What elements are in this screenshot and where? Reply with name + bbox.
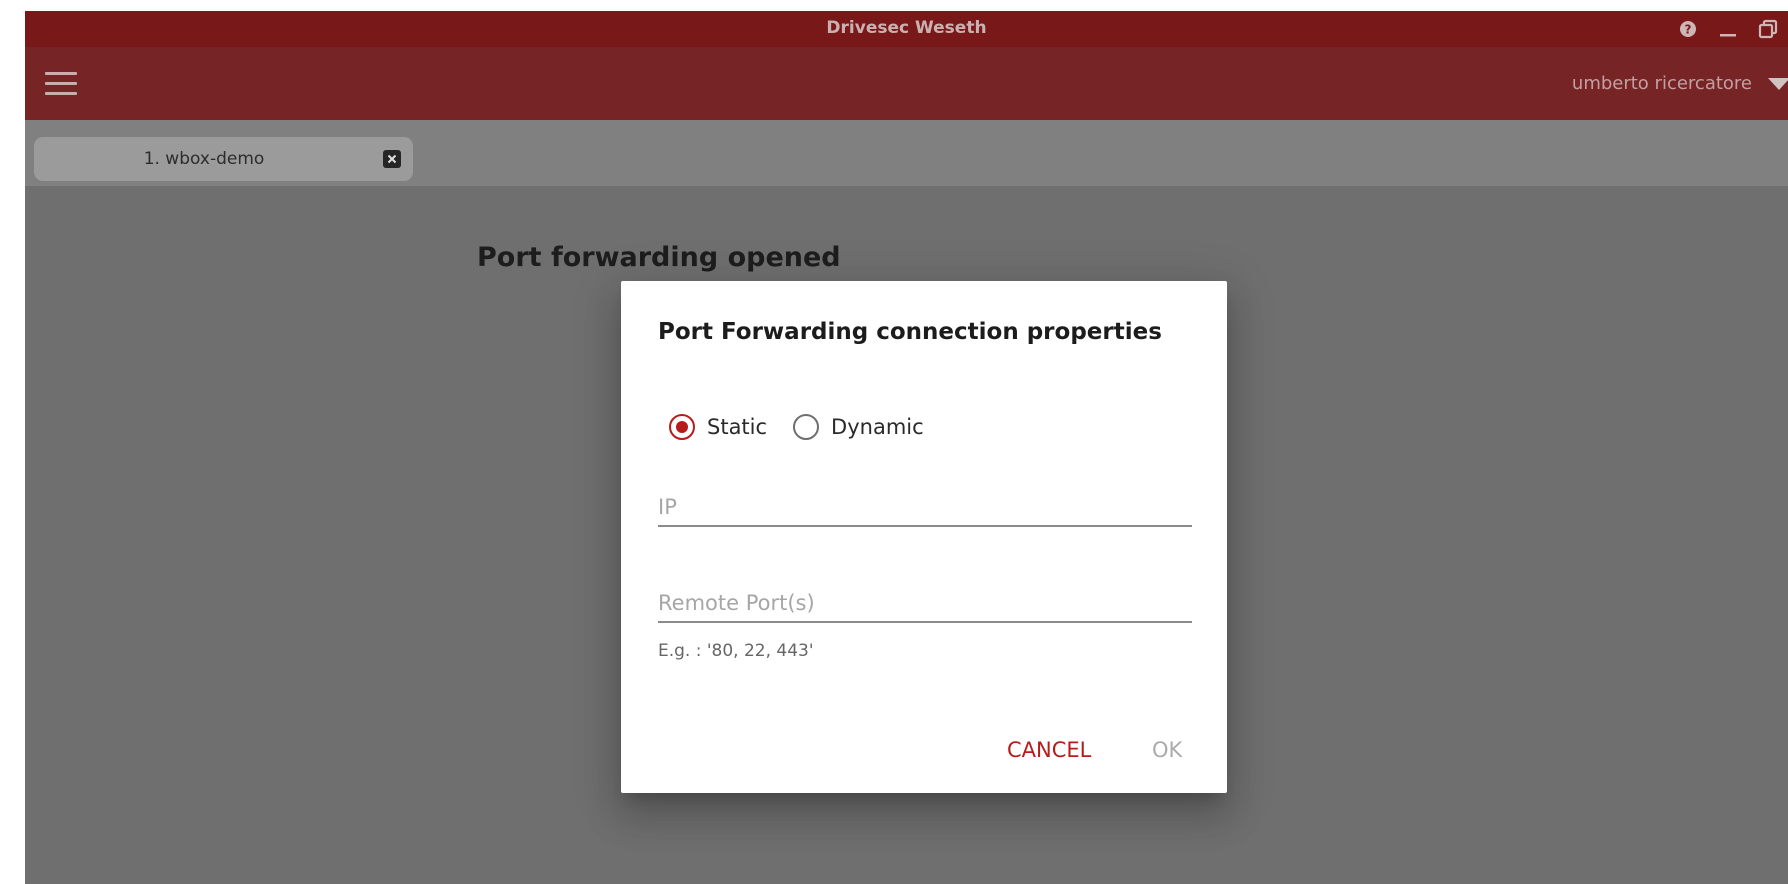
ok-button[interactable]: OK bbox=[1152, 738, 1182, 762]
dialog-title: Port Forwarding connection properties bbox=[658, 319, 1162, 345]
ip-input[interactable] bbox=[658, 495, 1192, 527]
radio-checked-icon[interactable] bbox=[669, 414, 695, 440]
remote-port-input[interactable] bbox=[658, 591, 1192, 623]
remote-port-field bbox=[658, 591, 1192, 623]
mode-radio-group: Static Dynamic bbox=[669, 414, 924, 440]
radio-static[interactable]: Static bbox=[669, 414, 767, 440]
remote-port-hint: E.g. : '80, 22, 443' bbox=[658, 641, 814, 661]
cancel-button[interactable]: CANCEL bbox=[1007, 738, 1091, 762]
radio-static-label: Static bbox=[707, 415, 768, 439]
port-forwarding-dialog: Port Forwarding connection properties St… bbox=[621, 281, 1227, 793]
ip-field bbox=[658, 495, 1192, 527]
radio-dynamic[interactable]: Dynamic bbox=[793, 414, 924, 440]
radio-unchecked-icon[interactable] bbox=[793, 414, 820, 440]
radio-dynamic-label: Dynamic bbox=[831, 415, 924, 439]
